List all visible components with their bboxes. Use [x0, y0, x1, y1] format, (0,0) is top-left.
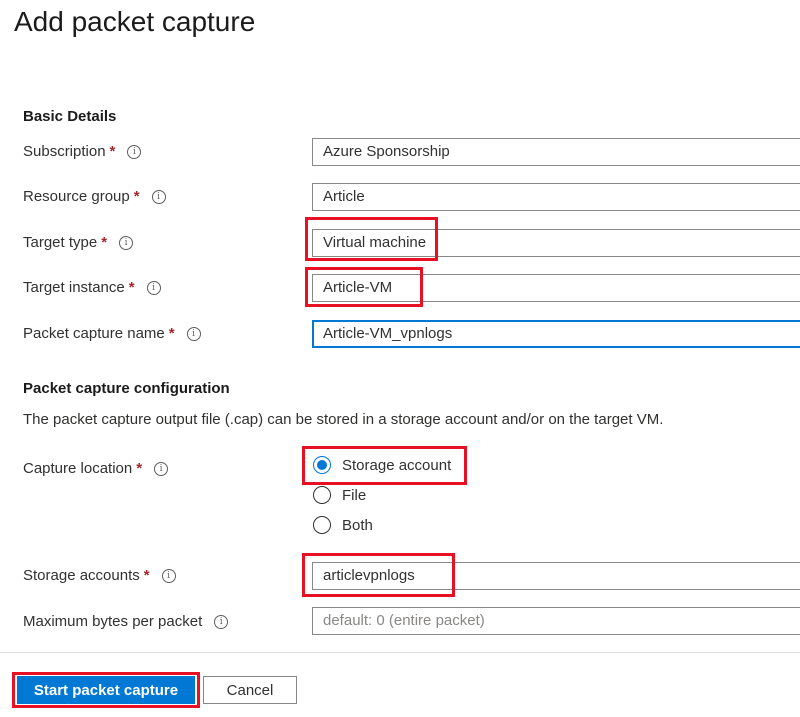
- basic-details-heading: Basic Details: [23, 108, 117, 125]
- radio-label: File: [342, 486, 367, 504]
- capture-location-label: Capture location * i: [23, 460, 169, 477]
- capture-name-label-text: Packet capture name: [23, 325, 165, 342]
- highlight-box: [305, 267, 423, 307]
- info-icon[interactable]: i: [161, 568, 176, 583]
- target-type-label-text: Target type: [23, 234, 98, 251]
- capture-name-label: Packet capture name * i: [23, 325, 201, 342]
- storage-accounts-label: Storage accounts * i: [23, 567, 176, 584]
- info-icon[interactable]: i: [214, 614, 229, 629]
- info-icon[interactable]: i: [154, 461, 169, 476]
- resource-group-dropdown[interactable]: Article: [312, 183, 800, 211]
- info-icon[interactable]: i: [186, 326, 201, 341]
- storage-accounts-label-text: Storage accounts: [23, 567, 140, 584]
- config-description: The packet capture output file (.cap) ca…: [23, 411, 664, 428]
- radio-label: Both: [342, 516, 373, 534]
- highlight-box: [305, 217, 438, 261]
- info-icon[interactable]: i: [151, 189, 166, 204]
- info-icon[interactable]: i: [127, 144, 142, 159]
- max-bytes-label: Maximum bytes per packet i: [23, 613, 229, 630]
- resource-group-label-text: Resource group: [23, 188, 130, 205]
- highlight-box: [12, 672, 200, 708]
- page-title: Add packet capture: [14, 6, 256, 37]
- required-mark: *: [133, 188, 140, 205]
- target-type-label: Target type * i: [23, 234, 134, 251]
- capture-name-input[interactable]: Article-VM_vpnlogs: [312, 320, 800, 348]
- required-mark: *: [101, 234, 108, 251]
- resource-group-label: Resource group * i: [23, 188, 166, 205]
- required-mark: *: [136, 460, 143, 477]
- cancel-button[interactable]: Cancel: [203, 676, 297, 704]
- capture-location-label-text: Capture location: [23, 460, 133, 477]
- subscription-label: Subscription * i: [23, 143, 142, 160]
- target-instance-label-text: Target instance: [23, 279, 125, 296]
- radio-unselected-icon[interactable]: [313, 486, 331, 504]
- max-bytes-label-text: Maximum bytes per packet: [23, 613, 203, 630]
- highlight-box: [302, 553, 455, 597]
- footer-divider: [0, 652, 800, 653]
- required-mark: *: [168, 325, 175, 342]
- config-heading: Packet capture configuration: [23, 380, 230, 397]
- radio-unselected-icon[interactable]: [313, 516, 331, 534]
- info-icon[interactable]: i: [119, 235, 134, 250]
- radio-both[interactable]: Both: [313, 516, 373, 534]
- max-bytes-input[interactable]: default: 0 (entire packet): [312, 607, 800, 635]
- info-icon[interactable]: i: [146, 280, 161, 295]
- highlight-box: [302, 446, 467, 485]
- target-instance-label: Target instance * i: [23, 279, 161, 296]
- subscription-label-text: Subscription: [23, 143, 106, 160]
- required-mark: *: [109, 143, 116, 160]
- required-mark: *: [128, 279, 135, 296]
- required-mark: *: [143, 567, 150, 584]
- radio-file[interactable]: File: [313, 486, 366, 504]
- subscription-dropdown[interactable]: Azure Sponsorship: [312, 138, 800, 166]
